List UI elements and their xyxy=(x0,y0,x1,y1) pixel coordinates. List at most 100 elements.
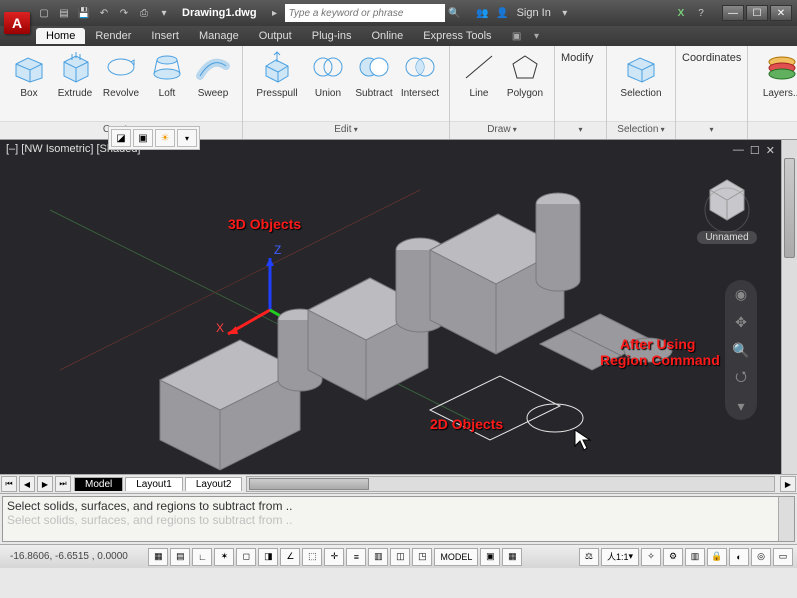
ribbon-more-icon[interactable]: ▾ xyxy=(528,27,546,45)
sb-snap-icon[interactable]: ▦ xyxy=(148,548,168,566)
sweep-button[interactable]: Sweep xyxy=(190,50,236,117)
layout-prev-icon[interactable]: ◀ xyxy=(19,476,35,492)
sb-annovis-icon[interactable]: ✧ xyxy=(641,548,661,566)
sb-grid-icon[interactable]: ▤ xyxy=(170,548,190,566)
floating-palette[interactable]: ◪ ▣ ☀ ▾ xyxy=(108,126,200,150)
sb-hardware-icon[interactable]: ◐ xyxy=(729,548,749,566)
viewcube[interactable]: Unnamed xyxy=(697,170,757,244)
selection-button[interactable]: Selection xyxy=(613,50,669,117)
qat-redo-icon[interactable]: ↷ xyxy=(115,4,133,22)
user-icon[interactable]: 👤 xyxy=(494,4,512,22)
qat-undo-icon[interactable]: ↶ xyxy=(95,4,113,22)
maximize-button[interactable]: ☐ xyxy=(746,5,768,21)
panel-coords-title[interactable] xyxy=(676,121,747,139)
signin-link[interactable]: Sign In xyxy=(517,7,551,19)
presspull-button[interactable]: Presspull xyxy=(249,50,305,117)
sb-scale[interactable]: 人 1:1▾ xyxy=(601,548,639,566)
sb-tpy-icon[interactable]: ▥ xyxy=(368,548,388,566)
sb-ducs-icon[interactable]: ⬚ xyxy=(302,548,322,566)
nav-bar[interactable]: ◉ ✥ 🔍 ⭯ ▾ xyxy=(725,280,757,420)
palette-icon-3[interactable]: ☀ xyxy=(155,129,175,147)
palette-icon-1[interactable]: ◪ xyxy=(111,129,131,147)
command-line[interactable]: Select solids, surfaces, and regions to … xyxy=(2,496,795,542)
sb-3dosnap-icon[interactable]: ◨ xyxy=(258,548,278,566)
layout-tab-2[interactable]: Layout2 xyxy=(185,477,243,491)
tab-home[interactable]: Home xyxy=(36,28,85,44)
tab-online[interactable]: Online xyxy=(361,28,413,44)
sb-otrack-icon[interactable]: ∠ xyxy=(280,548,300,566)
panel-selection-title[interactable]: Selection xyxy=(607,121,675,139)
union-button[interactable]: Union xyxy=(305,50,351,117)
sb-isolate-icon[interactable]: ◎ xyxy=(751,548,771,566)
tab-render[interactable]: Render xyxy=(85,28,141,44)
nav-zoom-icon[interactable]: 🔍 xyxy=(730,339,752,361)
subtract-button[interactable]: Subtract xyxy=(351,50,397,117)
sb-polar-icon[interactable]: ✶ xyxy=(214,548,234,566)
nav-orbit-icon[interactable]: ⭯ xyxy=(730,367,752,389)
search-input[interactable] xyxy=(285,4,445,22)
hscroll-right-icon[interactable]: ▶ xyxy=(780,476,796,492)
command-scrollbar[interactable] xyxy=(778,497,794,541)
app-logo[interactable]: A xyxy=(4,12,30,34)
status-coords[interactable]: -16.8606, -6.6515 , 0.0000 xyxy=(4,551,134,562)
intersect-button[interactable]: Intersect xyxy=(397,50,443,117)
search-go-icon[interactable]: 🔍 xyxy=(446,4,464,22)
vp-close-icon[interactable]: ✕ xyxy=(766,144,775,157)
tab-manage[interactable]: Manage xyxy=(189,28,249,44)
layout-tab-1[interactable]: Layout1 xyxy=(125,477,183,491)
panel-modify-title[interactable] xyxy=(555,121,606,139)
sb-layout-icon[interactable]: ▣ xyxy=(480,548,500,566)
sb-toolbar-icon[interactable]: ▥ xyxy=(685,548,705,566)
qat-dropdown-icon[interactable]: ▾ xyxy=(155,4,173,22)
tab-insert[interactable]: Insert xyxy=(141,28,189,44)
horizontal-scrollbar[interactable] xyxy=(246,476,775,492)
sb-dyn-icon[interactable]: ✛ xyxy=(324,548,344,566)
sb-ws-icon[interactable]: ⚙ xyxy=(663,548,683,566)
tab-output[interactable]: Output xyxy=(249,28,302,44)
signin-dropdown-icon[interactable]: ▾ xyxy=(556,4,574,22)
layout-tab-model[interactable]: Model xyxy=(74,477,123,491)
sb-grid2-icon[interactable]: ▦ xyxy=(502,548,522,566)
nav-pan-icon[interactable]: ✥ xyxy=(730,311,752,333)
minimize-button[interactable]: — xyxy=(722,5,744,21)
layout-first-icon[interactable]: ⏮ xyxy=(1,476,17,492)
h-scroll-thumb[interactable] xyxy=(249,478,369,490)
panel-edit-title[interactable]: Edit xyxy=(243,121,449,139)
layout-next-icon[interactable]: ▶ xyxy=(37,476,53,492)
search-chevron-icon[interactable]: ▸ xyxy=(266,4,284,22)
qat-open-icon[interactable]: ▤ xyxy=(55,4,73,22)
palette-icon-2[interactable]: ▣ xyxy=(133,129,153,147)
layout-last-icon[interactable]: ⏭ xyxy=(55,476,71,492)
polygon-button[interactable]: Polygon xyxy=(502,50,548,117)
v-scroll-thumb[interactable] xyxy=(784,158,795,258)
nav-wheel-icon[interactable]: ◉ xyxy=(730,283,752,305)
sb-qp-icon[interactable]: ◫ xyxy=(390,548,410,566)
qat-save-icon[interactable]: 💾 xyxy=(75,4,93,22)
help-icon[interactable]: ? xyxy=(692,4,710,22)
exchange-icon[interactable]: X xyxy=(672,4,690,22)
sb-sc-icon[interactable]: ◳ xyxy=(412,548,432,566)
sb-osnap-icon[interactable]: ◻ xyxy=(236,548,256,566)
people-icon[interactable]: 👥 xyxy=(474,4,492,22)
qat-new-icon[interactable]: ▢ xyxy=(35,4,53,22)
revolve-button[interactable]: Revolve xyxy=(98,50,144,117)
box-button[interactable]: Box xyxy=(6,50,52,117)
sb-model-toggle[interactable]: MODEL xyxy=(434,548,478,566)
tab-plugins[interactable]: Plug-ins xyxy=(302,28,362,44)
nav-more-icon[interactable]: ▾ xyxy=(730,395,752,417)
qat-print-icon[interactable]: ⎙ xyxy=(135,4,153,22)
ribbon-min-icon[interactable]: ▣ xyxy=(508,27,526,45)
tab-express[interactable]: Express Tools xyxy=(413,28,501,44)
viewport[interactable]: [–] [NW Isometric] [Shaded] — ☐ ✕ Z X Y xyxy=(0,140,781,474)
vertical-scrollbar[interactable] xyxy=(781,140,797,474)
sb-lwt-icon[interactable]: ≡ xyxy=(346,548,366,566)
palette-close-icon[interactable]: ▾ xyxy=(177,129,197,147)
layers-button[interactable]: Layers... xyxy=(754,50,797,117)
viewcube-label[interactable]: Unnamed xyxy=(697,231,757,244)
loft-button[interactable]: Loft xyxy=(144,50,190,117)
extrude-button[interactable]: Extrude xyxy=(52,50,98,117)
sb-ortho-icon[interactable]: ∟ xyxy=(192,548,212,566)
sb-annoscale-icon[interactable]: ⚖ xyxy=(579,548,599,566)
panel-draw-title[interactable]: Draw xyxy=(450,121,554,139)
panel-layers-title[interactable] xyxy=(748,121,797,139)
